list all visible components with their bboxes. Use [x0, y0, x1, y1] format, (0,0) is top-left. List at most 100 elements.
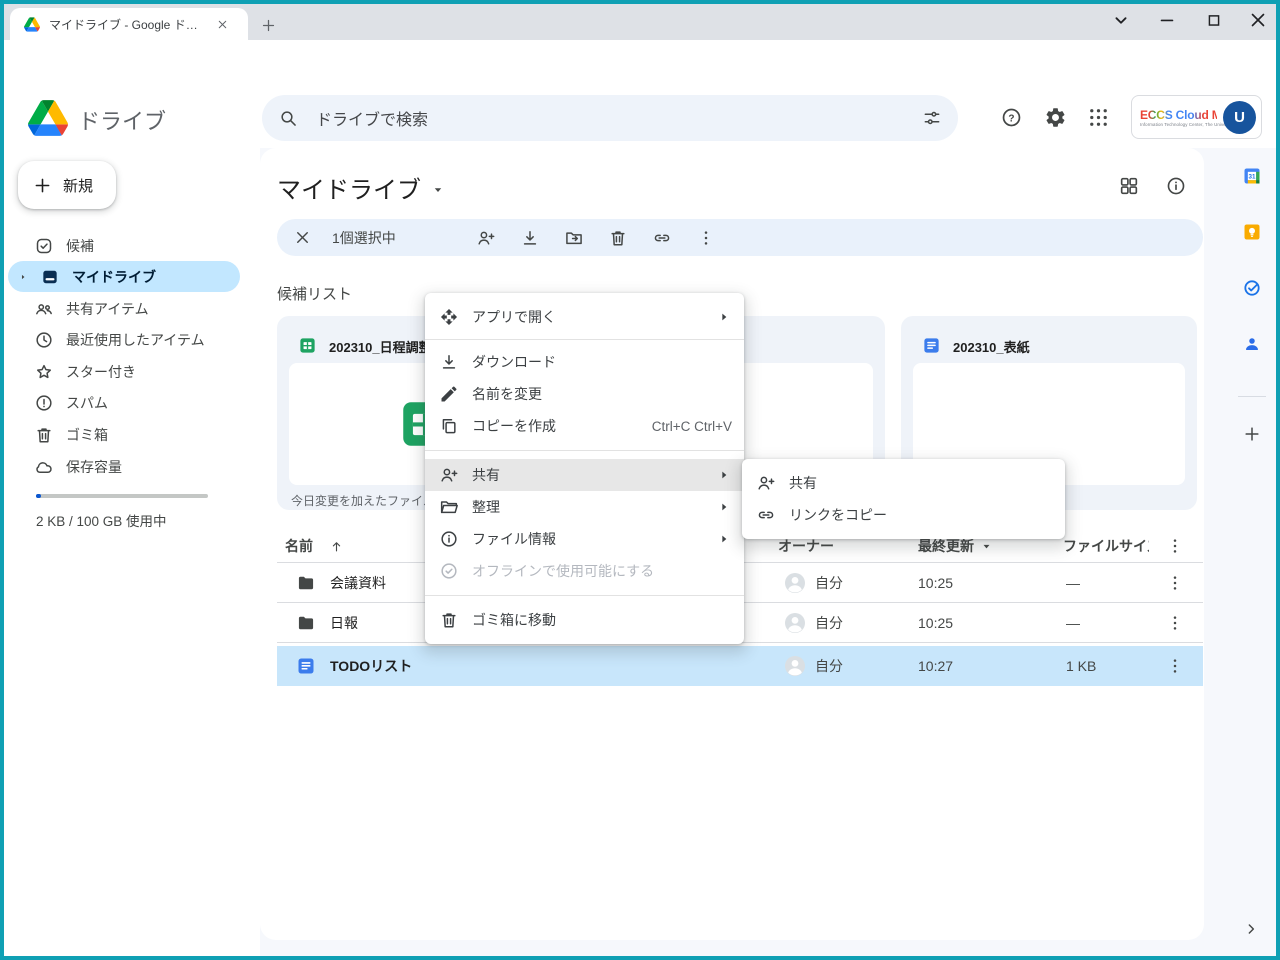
- sidebar-item-starred[interactable]: スター付き: [8, 356, 240, 387]
- offline-check-icon: [439, 561, 459, 581]
- menu-item-organize[interactable]: 整理: [425, 491, 744, 523]
- trash-icon[interactable]: [608, 228, 628, 248]
- suggestion-card-title: 202310_日程調整: [329, 337, 432, 356]
- contacts-panel-icon[interactable]: [1242, 334, 1262, 354]
- column-options-icon[interactable]: [1165, 536, 1185, 556]
- calendar-panel-icon[interactable]: [1242, 166, 1262, 186]
- drive-search-bar[interactable]: ドライブで検索: [262, 95, 958, 141]
- share-person-add-icon[interactable]: [476, 228, 496, 248]
- download-icon: [439, 352, 459, 372]
- star-icon: [34, 362, 54, 382]
- tasks-panel-icon[interactable]: [1242, 278, 1262, 298]
- help-icon[interactable]: [1000, 106, 1023, 129]
- panel-divider: [1238, 396, 1266, 397]
- move-to-folder-icon[interactable]: [564, 228, 584, 248]
- page-title-dropdown[interactable]: マイドライブ: [277, 170, 445, 205]
- browser-tab[interactable]: マイドライブ - Google ドライブ: [10, 8, 248, 40]
- menu-item-rename[interactable]: 名前を変更: [425, 378, 744, 410]
- drive-logo-icon[interactable]: [28, 100, 68, 136]
- settings-gear-icon[interactable]: [1044, 106, 1067, 129]
- menu-item-download[interactable]: ダウンロード: [425, 346, 744, 378]
- menu-divider: [425, 339, 744, 340]
- menu-divider: [425, 595, 744, 596]
- sidebar-item-storage[interactable]: 保存容量: [8, 451, 240, 482]
- new-tab-icon[interactable]: [260, 17, 277, 34]
- file-owner: 自分: [815, 563, 843, 603]
- search-icon[interactable]: [278, 108, 298, 128]
- file-row-selected[interactable]: TODOリスト 自分 10:27 1 KB: [277, 646, 1203, 686]
- copy-link-icon[interactable]: [652, 228, 672, 248]
- download-icon[interactable]: [520, 228, 540, 248]
- sidebar-item-suggestions[interactable]: 候補: [8, 230, 240, 261]
- drive-app-name: ドライブ: [78, 104, 166, 136]
- file-name: 日報: [330, 603, 358, 643]
- file-owner: 自分: [815, 603, 843, 643]
- sheets-file-icon: [298, 336, 317, 355]
- suggestions-check-icon: [34, 236, 54, 256]
- folder-icon: [296, 573, 316, 593]
- menu-shortcut: Ctrl+C Ctrl+V: [652, 419, 732, 434]
- browser-toolbar: drive.google.com/drive/my-drive U: [4, 40, 1276, 88]
- sidebar-item-recent[interactable]: 最近使用したアイテム: [8, 324, 240, 355]
- google-apps-grid-icon[interactable]: [1087, 106, 1110, 129]
- plus-icon: [32, 175, 53, 196]
- sidebar-item-shared-with-me[interactable]: 共有アイテム: [8, 293, 240, 324]
- owner-avatar-icon: [783, 611, 807, 635]
- column-header-size[interactable]: ファイルサイズ: [1063, 530, 1149, 562]
- selection-toolbar: 1個選択中: [277, 219, 1203, 256]
- submenu-arrow-icon: [716, 531, 732, 547]
- copy-link-icon: [756, 505, 776, 525]
- sort-descending-caret-icon: [980, 540, 993, 553]
- submenu-item-share[interactable]: 共有: [742, 467, 1065, 499]
- suggestions-heading: 候補リスト: [277, 283, 352, 304]
- window-maximize-icon[interactable]: [1203, 9, 1225, 31]
- keep-panel-icon[interactable]: [1242, 222, 1262, 242]
- view-layout-toggle-icon[interactable]: [1118, 175, 1140, 197]
- row-more-icon[interactable]: [1165, 656, 1185, 676]
- tab-title: マイドライブ - Google ドライブ: [49, 16, 207, 33]
- menu-item-move-to-trash[interactable]: ゴミ箱に移動: [425, 604, 744, 636]
- docs-file-icon: [922, 336, 941, 355]
- account-badge[interactable]: ECCS Cloud Mail Information Technology C…: [1131, 95, 1262, 139]
- clear-selection-icon[interactable]: [293, 228, 312, 247]
- sidebar-item-trash[interactable]: ゴミ箱: [8, 419, 240, 450]
- owner-avatar-icon: [783, 571, 807, 595]
- sidebar-item-label: 共有アイテム: [66, 299, 149, 319]
- window-minimize-icon[interactable]: [1156, 9, 1178, 31]
- show-side-panel-chevron-icon[interactable]: [1243, 921, 1259, 937]
- submenu-item-copy-link[interactable]: リンクをコピー: [742, 499, 1065, 531]
- tab-search-chevron-icon[interactable]: [1110, 9, 1132, 31]
- add-addon-plus-icon[interactable]: [1242, 424, 1262, 444]
- search-options-tune-icon[interactable]: [922, 108, 942, 128]
- drive-account-avatar[interactable]: U: [1223, 101, 1256, 134]
- row-more-icon[interactable]: [1165, 573, 1185, 593]
- menu-item-make-copy[interactable]: コピーを作成 Ctrl+C Ctrl+V: [425, 410, 744, 442]
- sort-ascending-icon: [329, 539, 344, 554]
- submenu-arrow-icon: [716, 309, 732, 325]
- suggestion-card-caption: 今日変更を加えたファイル: [291, 492, 435, 509]
- window-close-icon[interactable]: [1247, 9, 1269, 31]
- search-input[interactable]: ドライブで検索: [316, 106, 904, 130]
- storage-progress-track: [36, 494, 208, 498]
- people-icon: [34, 299, 54, 319]
- trash-icon: [34, 425, 54, 445]
- menu-item-open-with[interactable]: アプリで開く: [425, 301, 744, 333]
- file-size: —: [1066, 563, 1080, 603]
- column-header-name[interactable]: 名前: [285, 530, 344, 562]
- details-info-icon[interactable]: [1165, 175, 1187, 197]
- new-button-label: 新規: [63, 175, 93, 196]
- sidebar-item-label: スパム: [66, 393, 108, 413]
- menu-divider: [425, 450, 744, 451]
- file-modified: 10:27: [918, 646, 953, 686]
- tab-close-icon[interactable]: [216, 18, 229, 31]
- share-person-add-icon: [439, 465, 459, 485]
- file-modified: 10:25: [918, 603, 953, 643]
- more-actions-icon[interactable]: [696, 228, 716, 248]
- expand-caret-icon[interactable]: [18, 272, 28, 282]
- sidebar-item-spam[interactable]: スパム: [8, 387, 240, 418]
- new-button[interactable]: 新規: [18, 161, 116, 209]
- sidebar-item-my-drive[interactable]: マイドライブ: [8, 261, 240, 292]
- menu-item-share[interactable]: 共有: [425, 459, 744, 491]
- row-more-icon[interactable]: [1165, 613, 1185, 633]
- menu-item-file-info[interactable]: ファイル情報: [425, 523, 744, 555]
